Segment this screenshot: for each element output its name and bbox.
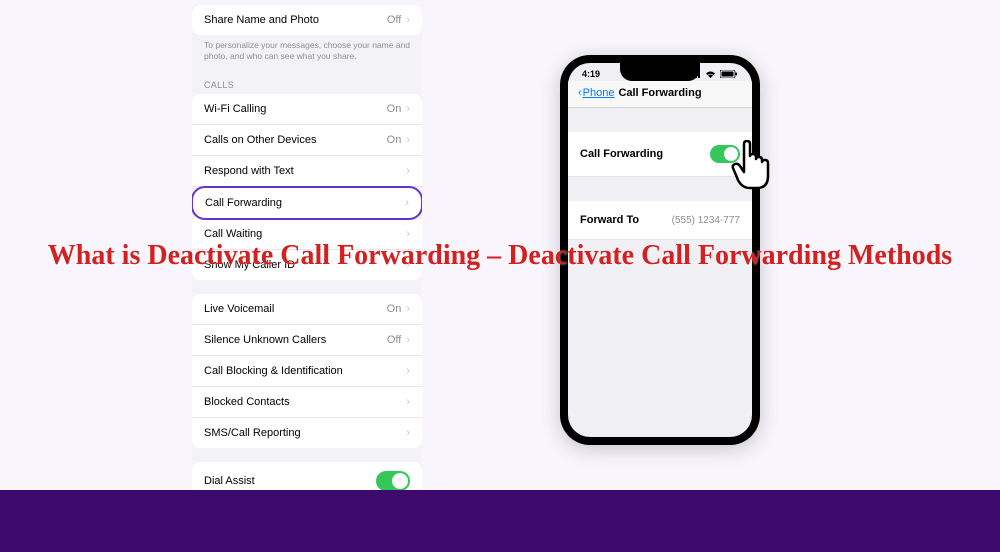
- calls-header: CALLS: [192, 70, 422, 94]
- chevron-right-icon: ›: [406, 396, 410, 408]
- chevron-right-icon: ›: [406, 134, 410, 146]
- battery-icon: [720, 70, 738, 78]
- row-blocked-contacts[interactable]: Blocked Contacts ›: [192, 387, 422, 418]
- chevron-right-icon: ›: [406, 303, 410, 315]
- back-button[interactable]: ‹ Phone: [578, 87, 614, 99]
- chevron-right-icon: ›: [406, 103, 410, 115]
- row-label: Calls on Other Devices: [204, 134, 317, 146]
- dial-assist-toggle[interactable]: [376, 471, 410, 491]
- back-label: Phone: [583, 87, 615, 99]
- row-label: Forward To: [580, 214, 639, 226]
- pointer-hand-icon: [730, 140, 782, 201]
- row-label: Call Forwarding: [580, 148, 663, 160]
- row-live-voicemail[interactable]: Live Voicemail On ›: [192, 294, 422, 325]
- forward-number: (555) 1234-777: [672, 215, 740, 226]
- chevron-right-icon: ›: [406, 427, 410, 439]
- phone-notch: [620, 63, 700, 81]
- row-label: Call Blocking & Identification: [204, 365, 343, 377]
- row-label: Blocked Contacts: [204, 396, 290, 408]
- footer-bar: [0, 490, 1000, 552]
- nav-title: Call Forwarding: [618, 87, 701, 99]
- chevron-left-icon: ‹: [578, 87, 582, 99]
- row-call-forwarding[interactable]: Call Forwarding ›: [192, 186, 422, 220]
- row-respond-text[interactable]: Respond with Text ›: [192, 156, 422, 187]
- row-value: On: [387, 103, 402, 115]
- row-value: On: [387, 303, 402, 315]
- chevron-right-icon: ›: [406, 165, 410, 177]
- row-label: Respond with Text: [204, 165, 294, 177]
- row-label: Silence Unknown Callers: [204, 334, 326, 346]
- row-share-name[interactable]: Share Name and Photo Off ›: [192, 5, 422, 35]
- row-value: On: [387, 134, 402, 146]
- chevron-right-icon: ›: [406, 14, 410, 26]
- chevron-right-icon: ›: [405, 197, 409, 209]
- row-silence-unknown[interactable]: Silence Unknown Callers Off ›: [192, 325, 422, 356]
- row-label: Share Name and Photo: [204, 14, 319, 26]
- chevron-right-icon: ›: [406, 334, 410, 346]
- row-label: Call Forwarding: [205, 197, 282, 209]
- row-label: Live Voicemail: [204, 303, 274, 315]
- wifi-icon: [704, 70, 717, 78]
- row-wifi-calling[interactable]: Wi-Fi Calling On ›: [192, 94, 422, 125]
- nav-bar: ‹ Phone Call Forwarding: [568, 81, 752, 108]
- share-hint: To personalize your messages, choose you…: [192, 35, 422, 70]
- row-value: Off: [387, 14, 401, 26]
- chevron-right-icon: ›: [406, 228, 410, 240]
- chevron-right-icon: ›: [406, 365, 410, 377]
- row-label: Wi-Fi Calling: [204, 103, 266, 115]
- row-other-devices[interactable]: Calls on Other Devices On ›: [192, 125, 422, 156]
- row-sms-reporting[interactable]: SMS/Call Reporting ›: [192, 418, 422, 448]
- row-value: Off: [387, 334, 401, 346]
- row-label: Dial Assist: [204, 475, 255, 487]
- phone-row-forwarding: Call Forwarding: [568, 132, 752, 177]
- row-label: Call Waiting: [204, 228, 262, 240]
- status-time: 4:19: [582, 69, 600, 79]
- headline-text: What is Deactivate Call Forwarding – Dea…: [30, 240, 970, 272]
- row-label: SMS/Call Reporting: [204, 427, 301, 439]
- row-call-blocking[interactable]: Call Blocking & Identification ›: [192, 356, 422, 387]
- phone-row-forward-to[interactable]: Forward To (555) 1234-777: [568, 201, 752, 240]
